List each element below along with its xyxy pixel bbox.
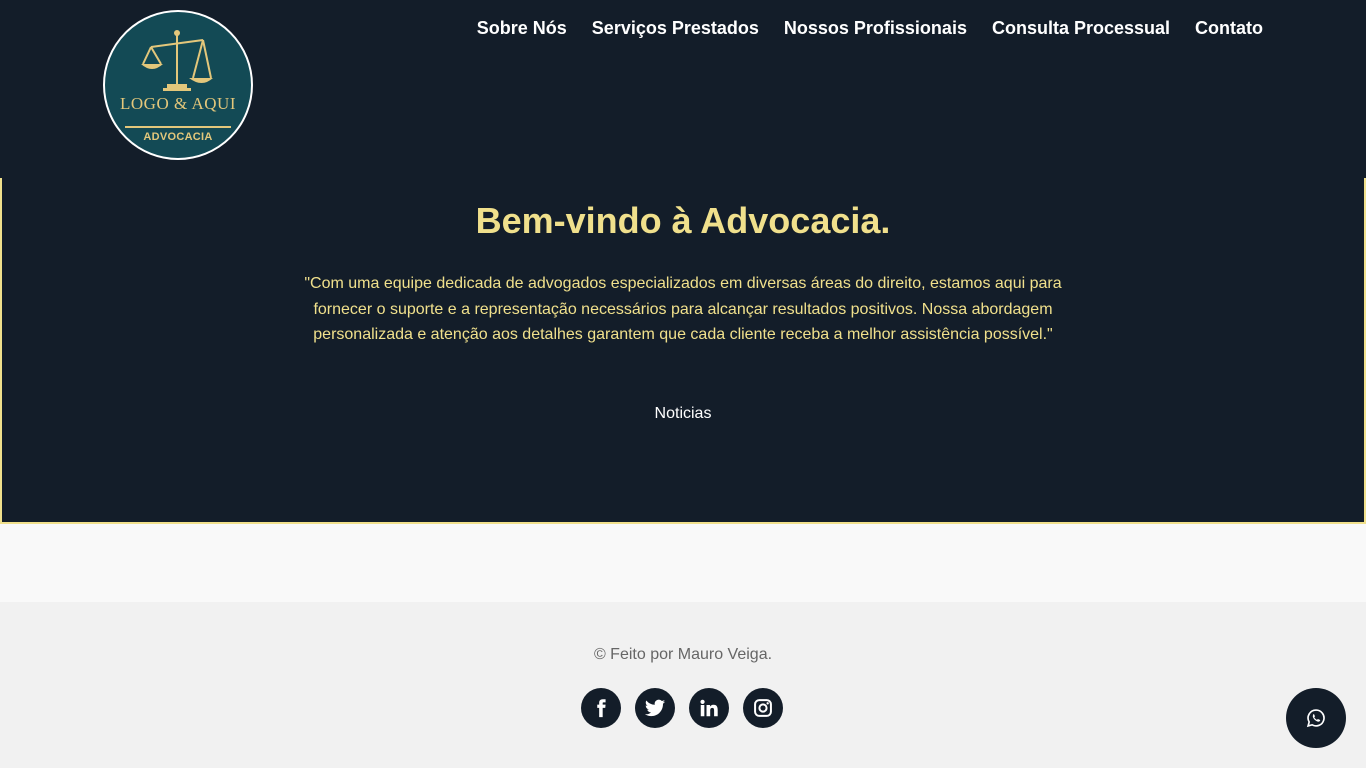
hero-section: Bem-vindo à Advocacia. "Com uma equipe d… [0, 178, 1366, 524]
logo-divider [125, 126, 231, 128]
nav-link-profissionais[interactable]: Nossos Profissionais [784, 18, 967, 39]
twitter-icon[interactable] [635, 688, 675, 728]
nav-link-sobre-nos[interactable]: Sobre Nós [477, 18, 567, 39]
nav-link-contato[interactable]: Contato [1195, 18, 1263, 39]
facebook-icon[interactable] [581, 688, 621, 728]
nav-link-consulta[interactable]: Consulta Processual [992, 18, 1170, 39]
logo-subtext: ADVOCACIA [143, 131, 213, 143]
main-nav: Sobre Nós Serviços Prestados Nossos Prof… [477, 18, 1263, 39]
nav-link-servicos[interactable]: Serviços Prestados [592, 18, 759, 39]
news-heading: Noticias [654, 405, 712, 422]
linkedin-icon[interactable] [689, 688, 729, 728]
logo-text: LOGO & AQUI [120, 94, 236, 113]
whatsapp-button[interactable] [1286, 688, 1346, 748]
hero-quote: "Com uma equipe dedicada de advogados es… [304, 275, 1062, 343]
hero-title: Bem-vindo à Advocacia. [475, 200, 891, 241]
content-spacer [0, 524, 1366, 602]
social-links [581, 688, 783, 728]
footer-credit: © Feito por Mauro Veiga. [593, 646, 773, 663]
instagram-icon[interactable] [743, 688, 783, 728]
whatsapp-icon [1306, 709, 1325, 728]
site-header: LOGO & AQUI ADVOCACIA Sobre Nós Serviços… [0, 0, 1366, 178]
site-footer: © Feito por Mauro Veiga. [0, 602, 1366, 768]
logo[interactable]: LOGO & AQUI ADVOCACIA [103, 10, 253, 160]
